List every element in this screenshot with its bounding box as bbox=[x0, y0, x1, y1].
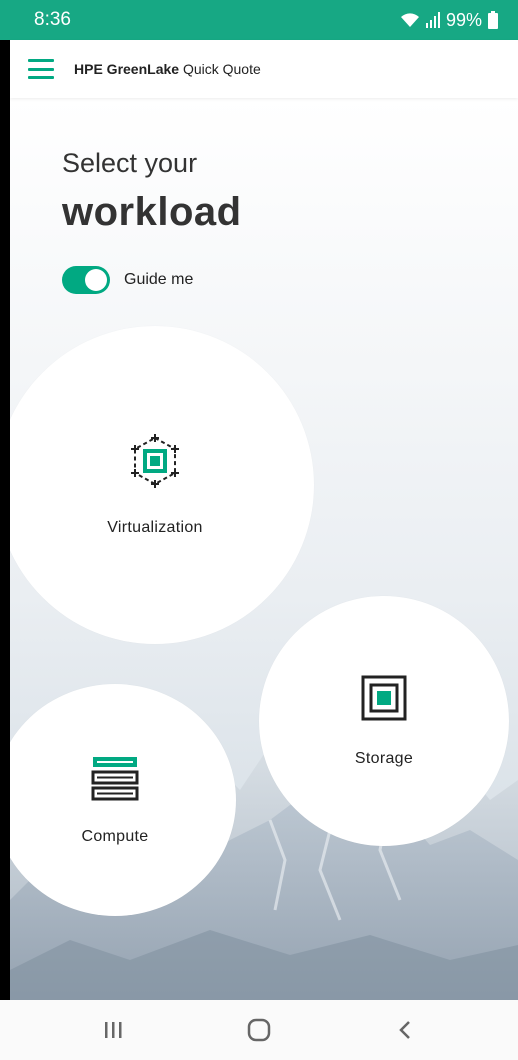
battery-icon bbox=[488, 11, 498, 29]
app-product: Quick Quote bbox=[182, 61, 261, 77]
guide-me-toggle[interactable] bbox=[62, 266, 110, 294]
status-time: 8:36 bbox=[34, 9, 71, 30]
heading-select-your: Select your bbox=[62, 148, 198, 178]
heading-workload: workload bbox=[62, 190, 242, 234]
workload-virtualization[interactable]: Virtualization bbox=[10, 326, 314, 644]
compute-icon bbox=[91, 755, 139, 806]
signal-icon bbox=[425, 12, 440, 28]
app-bar: HPE GreenLake Quick Quote bbox=[10, 40, 518, 98]
main-content: Select your workload Guide me Virtualiza… bbox=[10, 98, 518, 1000]
back-icon[interactable] bbox=[375, 1010, 435, 1050]
app-brand: HPE GreenLake bbox=[74, 61, 180, 77]
home-icon[interactable] bbox=[229, 1010, 289, 1050]
virtualization-label: Virtualization bbox=[107, 518, 203, 536]
system-nav-bar bbox=[0, 1000, 518, 1060]
guide-me-label: Guide me bbox=[124, 271, 194, 288]
wifi-icon bbox=[400, 12, 420, 28]
hamburger-menu-icon[interactable] bbox=[28, 59, 54, 79]
compute-label: Compute bbox=[81, 827, 149, 845]
status-bar: 8:36 99% bbox=[0, 0, 518, 40]
app-title: HPE GreenLake Quick Quote bbox=[74, 61, 261, 77]
status-icons: 99% bbox=[400, 10, 498, 31]
storage-icon bbox=[361, 675, 407, 726]
workload-storage[interactable]: Storage bbox=[259, 596, 509, 846]
guide-me-row: Guide me bbox=[62, 266, 193, 294]
storage-label: Storage bbox=[354, 749, 414, 767]
battery-percent: 99% bbox=[445, 9, 482, 30]
screen: 8:36 99% HPE GreenLake Quick Quote Selec… bbox=[0, 0, 518, 1060]
virtualization-icon bbox=[128, 433, 182, 493]
toggle-knob bbox=[85, 269, 107, 291]
recents-icon[interactable] bbox=[83, 1010, 143, 1050]
